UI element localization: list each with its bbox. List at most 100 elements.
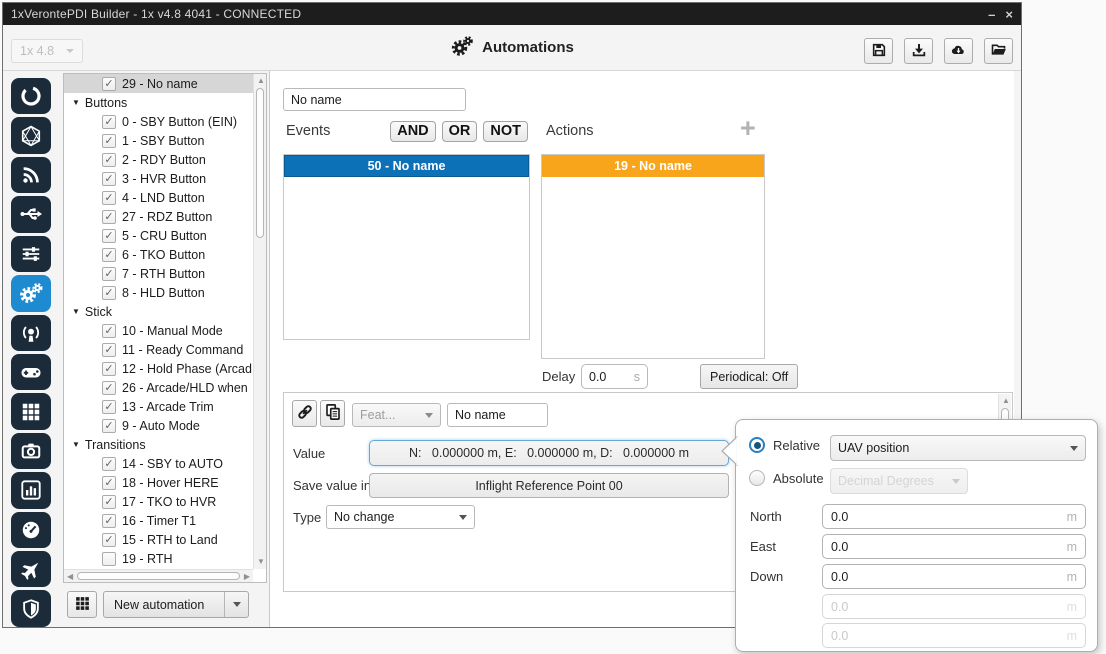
type-select[interactable]: No change [326,505,475,529]
checkbox[interactable]: ✓ [102,77,116,91]
checkbox[interactable]: ✓ [102,134,116,148]
cloud-download-button[interactable] [944,38,973,64]
tree-item[interactable]: ✓6 - TKO Button [64,245,253,264]
tree-item[interactable]: ✓2 - RDY Button [64,150,253,169]
tree-item[interactable]: ✓5 - CRU Button [64,226,253,245]
action-name-input[interactable]: No name [447,403,548,427]
relative-mode-select[interactable]: UAV position [830,435,1086,461]
checkbox[interactable]: ✓ [102,457,116,471]
tree-item[interactable]: ✓11 - Ready Command [64,340,253,359]
periodical-button[interactable]: Periodical: Off [700,364,798,389]
checkbox[interactable]: ✓ [102,324,116,338]
checkbox[interactable]: ✓ [102,381,116,395]
checkbox[interactable]: ✓ [102,495,116,509]
tree-item[interactable]: ✓15 - RTH to Land [64,530,253,549]
action-header[interactable]: 19 - No name [542,155,764,177]
sidebar-item-settings[interactable] [11,236,51,272]
checkbox[interactable]: ✓ [102,362,116,376]
sidebar-item-power[interactable] [11,78,51,114]
link-button[interactable] [292,400,317,427]
sidebar-item-matrix[interactable] [11,393,51,429]
checkbox[interactable]: ✓ [102,286,116,300]
tree-vertical-scrollbar[interactable]: ▲ ▼ [253,74,266,569]
sidebar-item-automations[interactable] [11,275,51,311]
checkbox[interactable]: ✓ [102,115,116,129]
sidebar-item-stick[interactable] [11,354,51,390]
download-button[interactable] [904,38,933,64]
tree-item[interactable]: ✓29 - No name [64,74,253,93]
tree-item[interactable]: ✓12 - Hold Phase (Arcad [64,359,253,378]
tree-item[interactable]: ✓3 - HVR Button [64,169,253,188]
north-input[interactable]: 0.0m [822,504,1086,529]
tree-item[interactable]: ✓1 - SBY Button [64,131,253,150]
absolute-radio[interactable] [749,470,765,486]
automation-grid-button[interactable] [67,591,97,618]
copy-button[interactable] [320,400,345,427]
collapse-icon[interactable]: ▼ [72,307,80,316]
open-folder-button[interactable] [984,38,1013,64]
tree-item[interactable]: ✓18 - Hover HERE [64,473,253,492]
checkbox[interactable]: ✓ [102,229,116,243]
collapse-icon[interactable]: ▼ [72,440,80,449]
checkbox[interactable]: ✓ [102,210,116,224]
checkbox[interactable]: ✓ [102,343,116,357]
checkbox[interactable]: ✓ [102,267,116,281]
checkbox[interactable] [102,552,116,566]
checkbox[interactable]: ✓ [102,400,116,414]
checkbox[interactable]: ✓ [102,476,116,490]
checkbox[interactable]: ✓ [102,533,116,547]
minimize-button[interactable]: – [988,8,995,21]
collapse-icon[interactable]: ▼ [72,98,80,107]
scroll-thumb[interactable] [256,88,264,238]
scroll-up-icon[interactable]: ▲ [1002,397,1010,405]
east-input[interactable]: 0.0m [822,534,1086,559]
tree-item[interactable]: ✓4 - LND Button [64,188,253,207]
down-input[interactable]: 0.0m [822,564,1086,589]
tree-item[interactable]: ✓26 - Arcade/HLD when [64,378,253,397]
add-action-button[interactable]: + [740,115,756,142]
sidebar-item-gauge[interactable] [11,512,51,548]
tree-item[interactable]: ✓9 - Auto Mode [64,416,253,435]
save-value-in-button[interactable]: Inflight Reference Point 00 [369,473,729,498]
sidebar-item-safety[interactable] [11,590,51,626]
new-automation-dropdown[interactable] [224,592,248,617]
scroll-left-icon[interactable]: ◀ [67,573,73,581]
tree-item[interactable]: ✓27 - RDZ Button [64,207,253,226]
close-button[interactable]: × [1005,8,1013,21]
checkbox[interactable]: ✓ [102,514,116,528]
new-automation-button[interactable]: New automation [103,591,249,618]
sidebar-item-network[interactable] [11,117,51,153]
event-header[interactable]: 50 - No name [284,155,529,177]
checkbox[interactable]: ✓ [102,191,116,205]
checkbox[interactable]: ✓ [102,153,116,167]
tree-item[interactable]: ✓0 - SBY Button (EIN) [64,112,253,131]
tree-group[interactable]: ▼Buttons [64,93,253,112]
tree-horizontal-scrollbar[interactable]: ◀ ▶ [64,569,253,582]
relative-radio[interactable] [749,437,765,453]
checkbox[interactable]: ✓ [102,248,116,262]
scroll-up-icon[interactable]: ▲ [257,77,265,85]
checkbox[interactable]: ✓ [102,419,116,433]
tree-item[interactable]: ✓10 - Manual Mode [64,321,253,340]
sidebar-item-charts[interactable] [11,472,51,508]
tree-group[interactable]: ▼Stick [64,302,253,321]
automation-name-input[interactable]: No name [283,88,466,111]
tree-item[interactable]: 19 - RTH [64,549,253,568]
sidebar-item-podcast[interactable] [11,315,51,351]
value-field[interactable]: N: 0.000000 m, E: 0.000000 m, D: 0.00000… [369,440,729,466]
tree-item[interactable]: ✓8 - HLD Button [64,283,253,302]
sidebar-item-flight[interactable] [11,551,51,587]
tree-group[interactable]: ▼Transitions [64,435,253,454]
save-button[interactable] [864,38,893,64]
delay-input[interactable]: 0.0 s [581,364,648,389]
tree-item[interactable]: ✓13 - Arcade Trim [64,397,253,416]
events-card[interactable]: 50 - No name [283,154,530,340]
feature-select[interactable]: Feat... [352,403,441,427]
checkbox[interactable]: ✓ [102,172,116,186]
scroll-thumb[interactable] [77,572,240,580]
and-button[interactable]: AND [390,121,435,142]
tree-item[interactable]: ✓14 - SBY to AUTO [64,454,253,473]
actions-card[interactable]: 19 - No name [541,154,765,359]
scroll-right-icon[interactable]: ▶ [244,573,250,581]
scroll-down-icon[interactable]: ▼ [257,558,265,566]
